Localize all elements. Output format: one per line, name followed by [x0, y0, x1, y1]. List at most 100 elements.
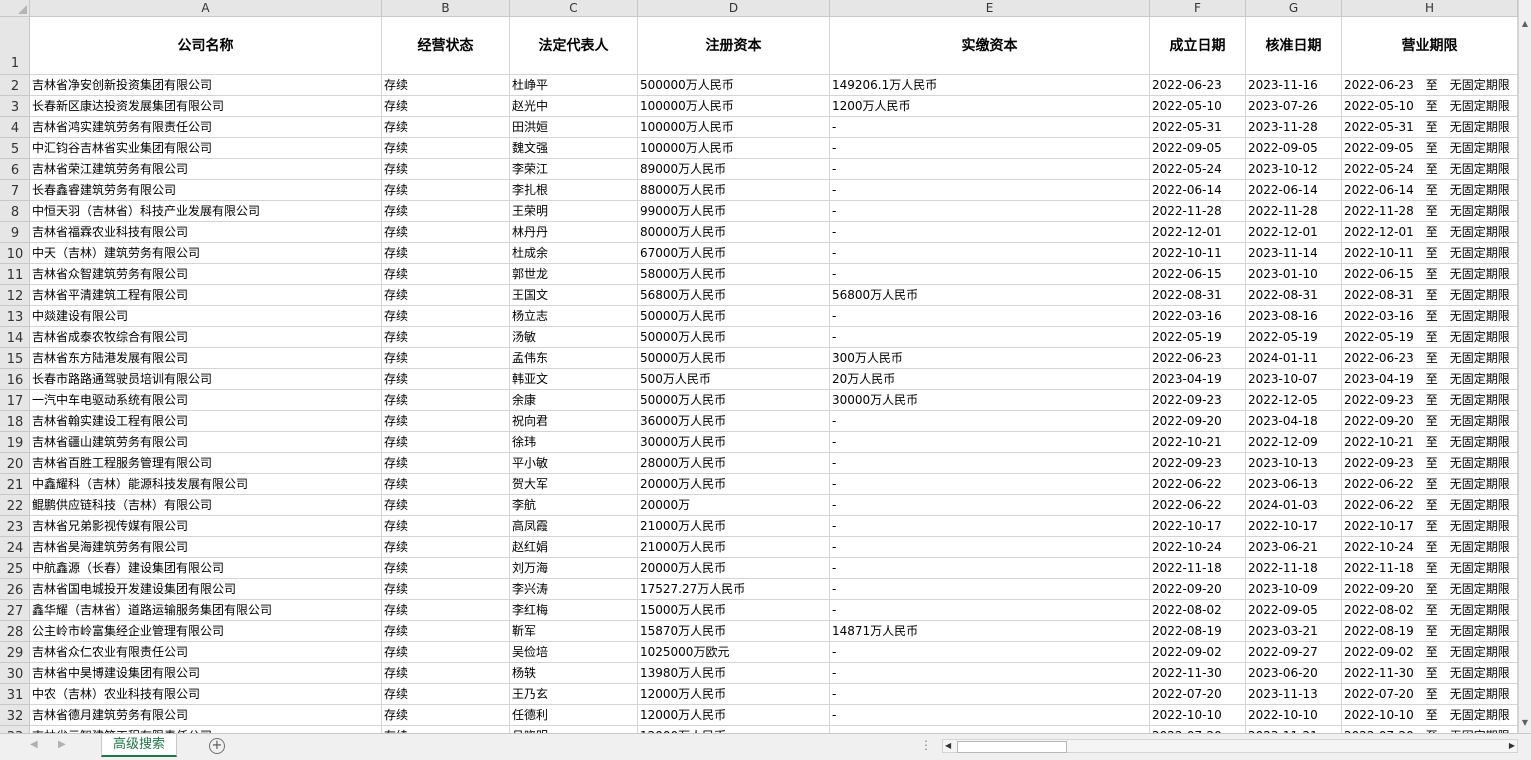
column-title-cell[interactable]: 经营状态	[382, 17, 510, 75]
table-cell[interactable]: 2022-07-20 至 无固定期限	[1342, 726, 1518, 733]
table-cell[interactable]: 吉林省百胜工程服务管理有限公司	[30, 453, 382, 474]
table-cell[interactable]: 2023-01-10	[1246, 264, 1342, 285]
table-cell[interactable]: -	[830, 411, 1150, 432]
table-cell[interactable]: 存续	[382, 432, 510, 453]
table-cell[interactable]: 2022-05-19	[1150, 327, 1246, 348]
table-cell[interactable]: 中恒天羽（吉林省）科技产业发展有限公司	[30, 201, 382, 222]
column-header-d[interactable]: D	[638, 0, 830, 17]
row-header[interactable]: 8	[0, 201, 29, 222]
table-cell[interactable]: 余康	[510, 390, 638, 411]
table-cell[interactable]: 2022-10-17	[1246, 516, 1342, 537]
table-cell[interactable]: 吉林省翰实建设工程有限公司	[30, 411, 382, 432]
table-cell[interactable]: 中天（吉林）建筑劳务有限公司	[30, 243, 382, 264]
table-cell[interactable]: 300万人民币	[830, 348, 1150, 369]
column-title-cell[interactable]: 公司名称	[30, 17, 382, 75]
table-cell[interactable]: 鑫华耀（吉林省）道路运输服务集团有限公司	[30, 600, 382, 621]
table-cell[interactable]: 30000万人民币	[830, 390, 1150, 411]
table-cell[interactable]: 2022-12-01	[1246, 222, 1342, 243]
table-cell[interactable]: 56800万人民币	[638, 285, 830, 306]
table-cell[interactable]: -	[830, 453, 1150, 474]
table-cell[interactable]: 徐玮	[510, 432, 638, 453]
table-cell[interactable]: 89000万人民币	[638, 159, 830, 180]
table-cell[interactable]: 2024-01-11	[1246, 348, 1342, 369]
table-cell[interactable]: 存续	[382, 348, 510, 369]
table-cell[interactable]: 中燚建设有限公司	[30, 306, 382, 327]
row-header[interactable]: 5	[0, 138, 29, 159]
row-header[interactable]: 19	[0, 432, 29, 453]
table-cell[interactable]: 20000万	[638, 495, 830, 516]
table-cell[interactable]: 吴俭培	[510, 642, 638, 663]
table-cell[interactable]: 13980万人民币	[638, 663, 830, 684]
table-cell[interactable]: 2022-06-22 至 无固定期限	[1342, 495, 1518, 516]
table-cell[interactable]: 2023-08-16	[1246, 306, 1342, 327]
scroll-right-arrow-icon[interactable]: ▶	[1509, 740, 1515, 752]
row-header[interactable]: 29	[0, 642, 29, 663]
table-cell[interactable]: 王荣明	[510, 201, 638, 222]
column-title-cell[interactable]: 营业期限	[1342, 17, 1518, 75]
table-cell[interactable]: -	[830, 684, 1150, 705]
table-cell[interactable]: 2022-06-23	[1150, 75, 1246, 96]
table-cell[interactable]: 2022-06-22 至 无固定期限	[1342, 474, 1518, 495]
table-cell[interactable]: 存续	[382, 453, 510, 474]
table-cell[interactable]: 存续	[382, 243, 510, 264]
table-cell[interactable]: 2023-10-09	[1246, 579, 1342, 600]
table-cell[interactable]: 赵红娟	[510, 537, 638, 558]
table-cell[interactable]: 2022-09-20 至 无固定期限	[1342, 579, 1518, 600]
table-cell[interactable]: -	[830, 558, 1150, 579]
table-cell[interactable]: 2022-10-17 至 无固定期限	[1342, 516, 1518, 537]
table-cell[interactable]: 14871万人民币	[830, 621, 1150, 642]
table-cell[interactable]: 100000万人民币	[638, 96, 830, 117]
table-cell[interactable]: -	[830, 327, 1150, 348]
table-cell[interactable]: 2022-12-05	[1246, 390, 1342, 411]
table-cell[interactable]: 祝向君	[510, 411, 638, 432]
vertical-scrollbar[interactable]: ▲ ▼	[1518, 0, 1531, 733]
table-cell[interactable]: 2023-06-21	[1246, 537, 1342, 558]
table-cell[interactable]: 2023-03-21	[1246, 621, 1342, 642]
triangle-left-icon[interactable]: ◀	[30, 739, 38, 750]
row-header[interactable]: 13	[0, 306, 29, 327]
table-cell[interactable]: 存续	[382, 663, 510, 684]
table-cell[interactable]: 存续	[382, 495, 510, 516]
table-cell[interactable]: 2022-06-14	[1150, 180, 1246, 201]
table-cell[interactable]: 88000万人民币	[638, 180, 830, 201]
table-cell[interactable]: 2022-05-31	[1150, 117, 1246, 138]
scroll-down-arrow-icon[interactable]: ▼	[1519, 716, 1531, 730]
row-header[interactable]: 4	[0, 117, 29, 138]
table-cell[interactable]: 2022-09-05	[1150, 138, 1246, 159]
table-cell[interactable]: 36000万人民币	[638, 411, 830, 432]
table-cell[interactable]: 2022-05-19	[1246, 327, 1342, 348]
row-header[interactable]: 25	[0, 558, 29, 579]
table-cell[interactable]: 2022-10-21 至 无固定期限	[1342, 432, 1518, 453]
table-cell[interactable]: -	[830, 642, 1150, 663]
table-cell[interactable]: 吉林省昊海建筑劳务有限公司	[30, 537, 382, 558]
table-cell[interactable]: -	[830, 201, 1150, 222]
table-cell[interactable]: 2022-10-10 至 无固定期限	[1342, 705, 1518, 726]
table-cell[interactable]: 2022-09-20	[1150, 411, 1246, 432]
row-header[interactable]: 2	[0, 75, 29, 96]
table-cell[interactable]: 99000万人民币	[638, 201, 830, 222]
column-title-cell[interactable]: 法定代表人	[510, 17, 638, 75]
table-cell[interactable]: 林丹丹	[510, 222, 638, 243]
table-cell[interactable]: 2022-09-23	[1150, 453, 1246, 474]
table-cell[interactable]: 2022-05-24	[1150, 159, 1246, 180]
table-cell[interactable]: 2022-09-20	[1150, 579, 1246, 600]
table-cell[interactable]: 2022-10-11 至 无固定期限	[1342, 243, 1518, 264]
table-cell[interactable]: 吉林省福霖农业科技有限公司	[30, 222, 382, 243]
table-cell[interactable]: 杨轶	[510, 663, 638, 684]
table-cell[interactable]: 王乃玄	[510, 684, 638, 705]
table-cell[interactable]: 2024-01-03	[1246, 495, 1342, 516]
table-cell[interactable]: 存续	[382, 201, 510, 222]
table-cell[interactable]: 20000万人民币	[638, 558, 830, 579]
table-cell[interactable]: -	[830, 537, 1150, 558]
row-header[interactable]: 6	[0, 159, 29, 180]
table-cell[interactable]: 刘万海	[510, 558, 638, 579]
table-cell[interactable]: 2022-05-10 至 无固定期限	[1342, 96, 1518, 117]
table-cell[interactable]: 郭世龙	[510, 264, 638, 285]
table-cell[interactable]: 2022-09-20 至 无固定期限	[1342, 411, 1518, 432]
table-cell[interactable]: 李荣江	[510, 159, 638, 180]
table-cell[interactable]: 2022-10-11	[1150, 243, 1246, 264]
column-title-cell[interactable]: 实缴资本	[830, 17, 1150, 75]
table-cell[interactable]: 吉林省中昊博建设集团有限公司	[30, 663, 382, 684]
table-cell[interactable]: 2022-12-01 至 无固定期限	[1342, 222, 1518, 243]
table-cell[interactable]: 2022-11-30 至 无固定期限	[1342, 663, 1518, 684]
